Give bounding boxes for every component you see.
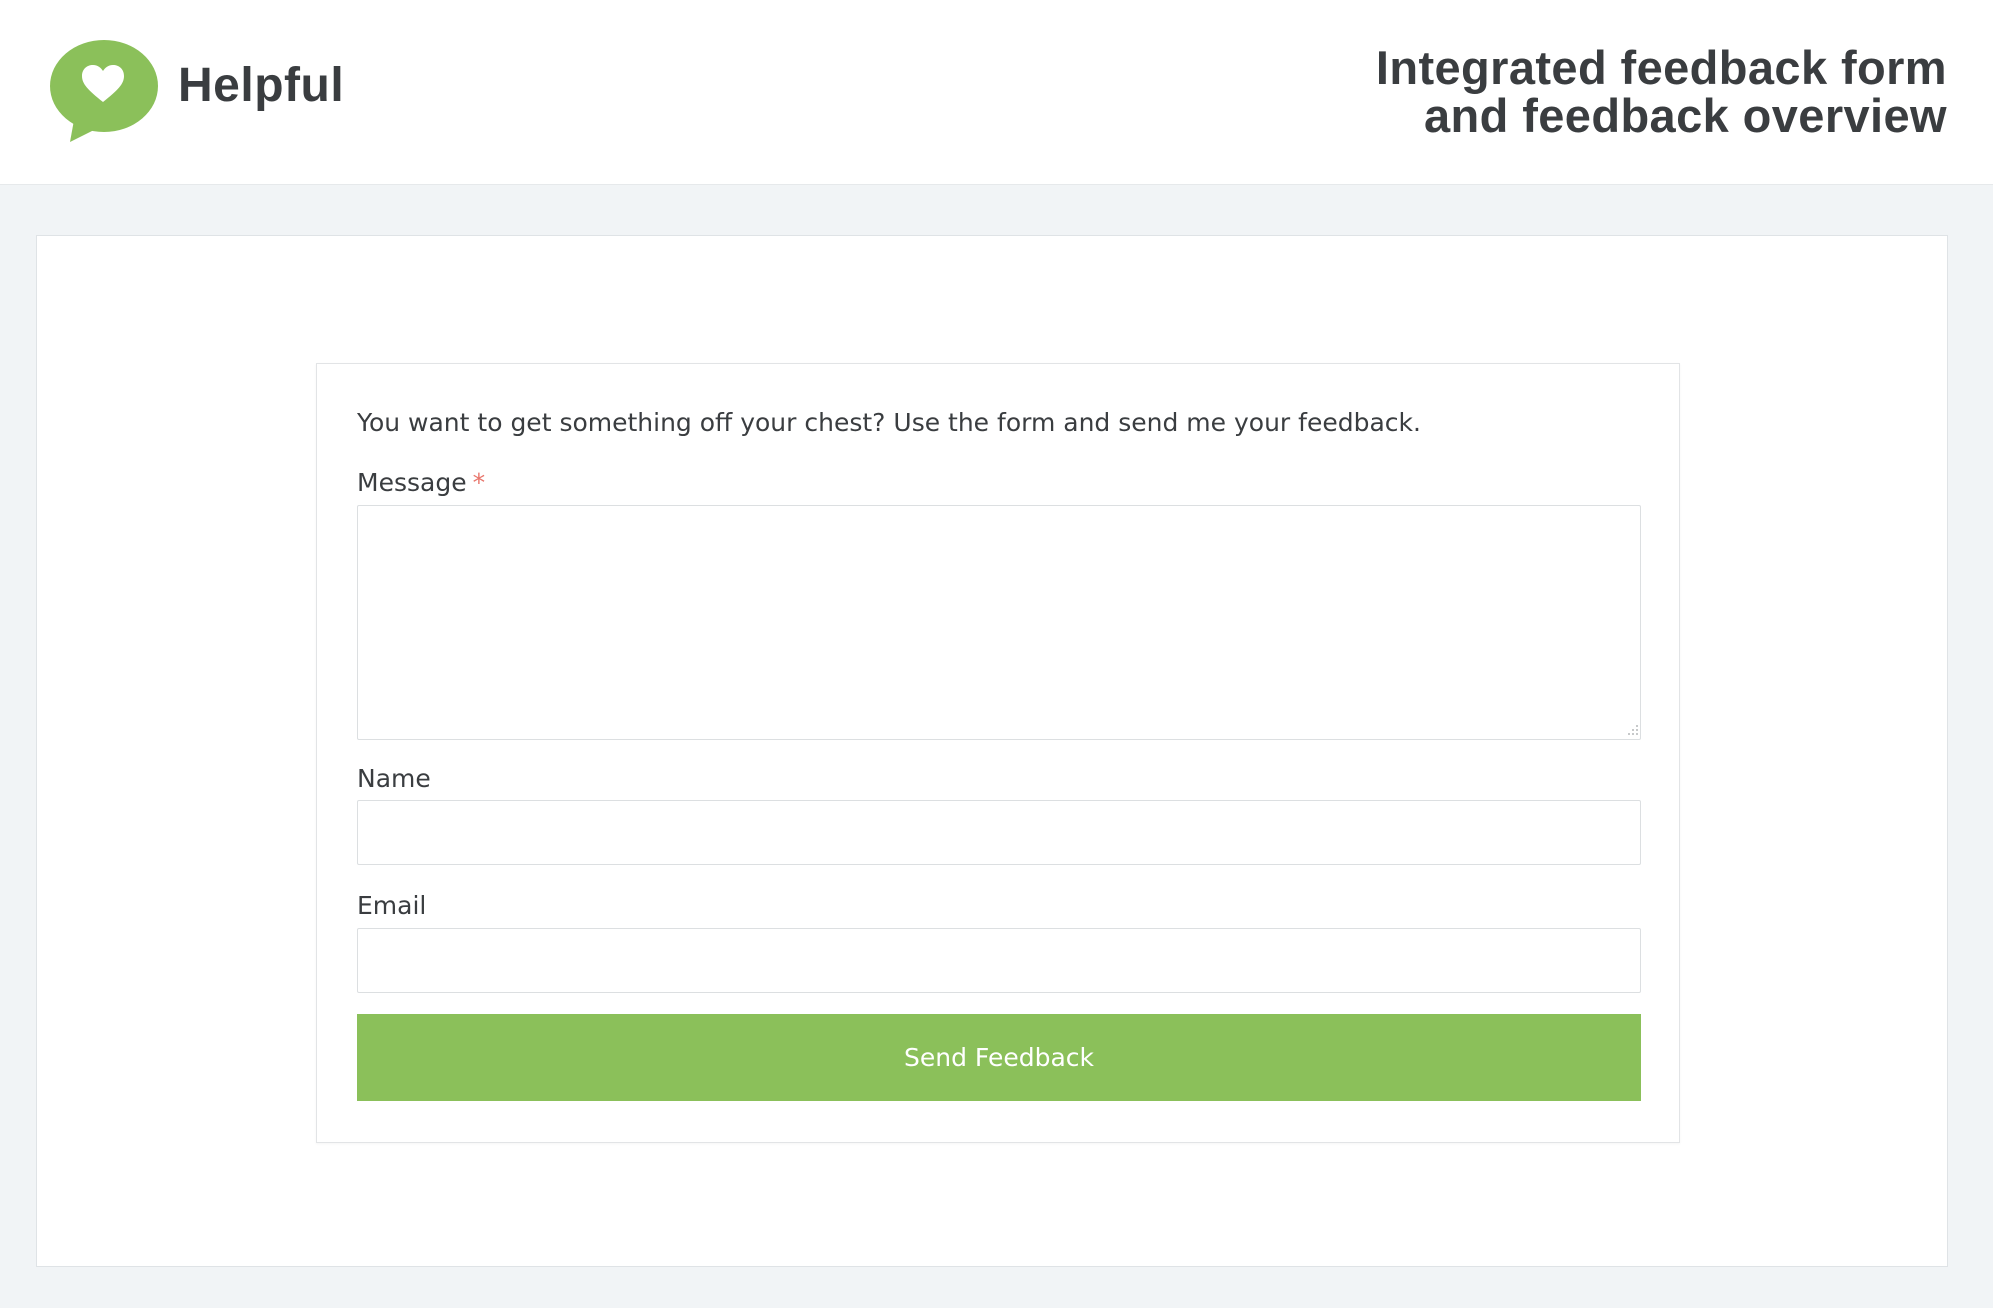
tagline-line-2: and feedback overview <box>1423 89 1947 142</box>
message-label: Message * <box>357 468 485 497</box>
site-header: Helpful Integrated feedback form and fee… <box>0 0 1993 185</box>
email-label: Email <box>357 891 427 920</box>
message-label-text: Message <box>357 468 467 497</box>
email-input[interactable] <box>357 928 1641 993</box>
name-label: Name <box>357 764 431 793</box>
tagline-line-1: Integrated feedback form <box>1375 41 1947 94</box>
required-marker: * <box>472 468 486 497</box>
feedback-form: You want to get something off your chest… <box>316 363 1680 1143</box>
brand-name: Helpful <box>178 59 345 112</box>
name-input[interactable] <box>357 800 1641 865</box>
content-panel: You want to get something off your chest… <box>36 235 1948 1267</box>
message-textarea[interactable] <box>357 505 1641 740</box>
page-tagline: Integrated feedback form and feedback ov… <box>1247 44 1947 140</box>
send-feedback-button[interactable]: Send Feedback <box>357 1014 1641 1101</box>
resize-handle-icon[interactable] <box>1627 724 1639 736</box>
form-intro-text: You want to get something off your chest… <box>357 408 1421 437</box>
heart-speech-bubble-icon <box>50 40 158 142</box>
